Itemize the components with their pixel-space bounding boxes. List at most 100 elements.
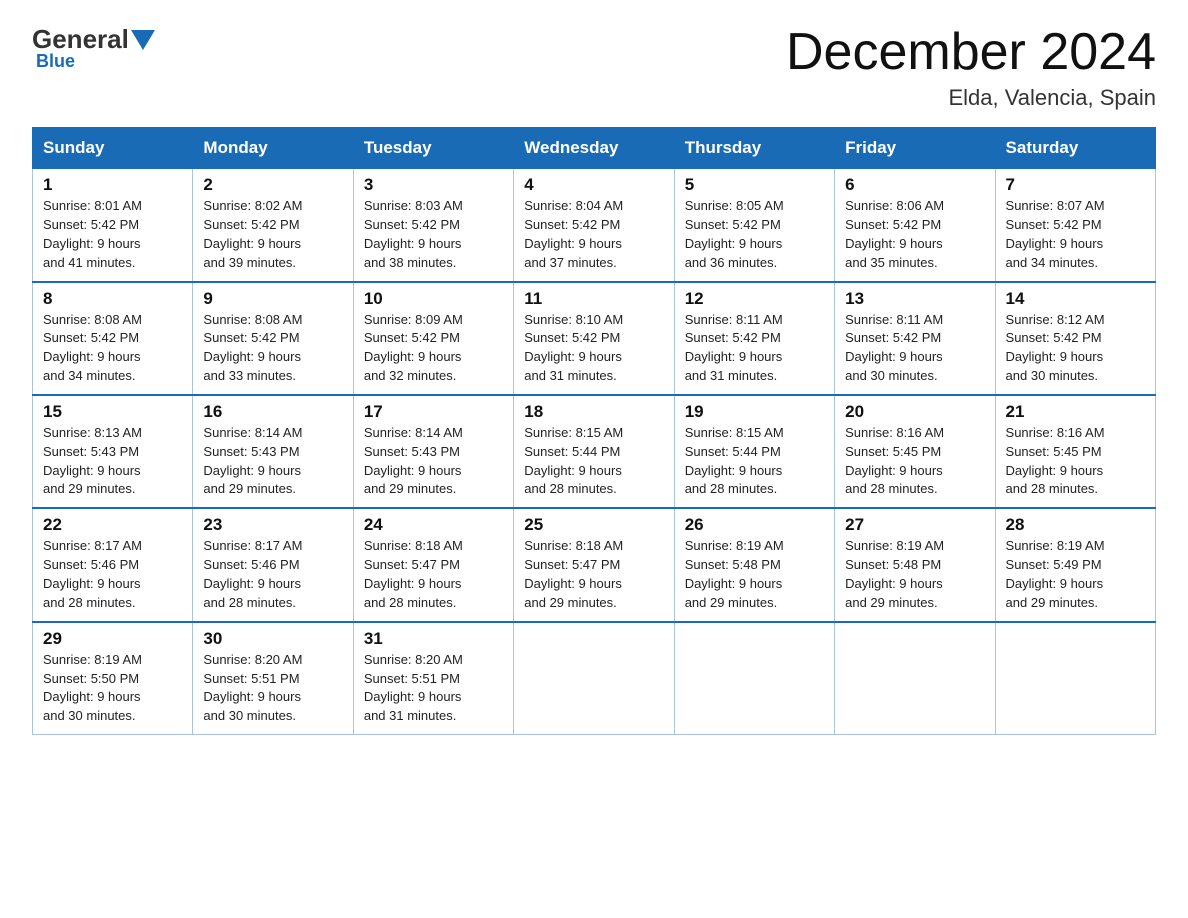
day-number: 13 xyxy=(845,289,984,309)
calendar-week-row: 29Sunrise: 8:19 AMSunset: 5:50 PMDayligh… xyxy=(33,622,1156,735)
day-number: 8 xyxy=(43,289,182,309)
day-number: 23 xyxy=(203,515,342,535)
calendar-cell xyxy=(514,622,674,735)
day-info: Sunrise: 8:19 AMSunset: 5:49 PMDaylight:… xyxy=(1006,537,1145,612)
day-number: 12 xyxy=(685,289,824,309)
day-number: 11 xyxy=(524,289,663,309)
day-number: 5 xyxy=(685,175,824,195)
calendar-cell: 11Sunrise: 8:10 AMSunset: 5:42 PMDayligh… xyxy=(514,282,674,395)
calendar-cell: 12Sunrise: 8:11 AMSunset: 5:42 PMDayligh… xyxy=(674,282,834,395)
calendar-cell: 24Sunrise: 8:18 AMSunset: 5:47 PMDayligh… xyxy=(353,508,513,621)
day-info: Sunrise: 8:19 AMSunset: 5:48 PMDaylight:… xyxy=(845,537,984,612)
day-info: Sunrise: 8:10 AMSunset: 5:42 PMDaylight:… xyxy=(524,311,663,386)
calendar-cell: 3Sunrise: 8:03 AMSunset: 5:42 PMDaylight… xyxy=(353,169,513,282)
day-info: Sunrise: 8:20 AMSunset: 5:51 PMDaylight:… xyxy=(364,651,503,726)
calendar-cell: 14Sunrise: 8:12 AMSunset: 5:42 PMDayligh… xyxy=(995,282,1155,395)
calendar-cell: 13Sunrise: 8:11 AMSunset: 5:42 PMDayligh… xyxy=(835,282,995,395)
calendar-cell xyxy=(995,622,1155,735)
day-number: 17 xyxy=(364,402,503,422)
day-number: 9 xyxy=(203,289,342,309)
calendar-cell: 8Sunrise: 8:08 AMSunset: 5:42 PMDaylight… xyxy=(33,282,193,395)
day-info: Sunrise: 8:11 AMSunset: 5:42 PMDaylight:… xyxy=(845,311,984,386)
title-block: December 2024 Elda, Valencia, Spain xyxy=(786,24,1156,111)
logo-triangle-icon xyxy=(131,30,155,50)
weekday-header-thursday: Thursday xyxy=(674,128,834,169)
weekday-header-friday: Friday xyxy=(835,128,995,169)
day-number: 18 xyxy=(524,402,663,422)
weekday-header-tuesday: Tuesday xyxy=(353,128,513,169)
calendar-cell: 7Sunrise: 8:07 AMSunset: 5:42 PMDaylight… xyxy=(995,169,1155,282)
day-number: 24 xyxy=(364,515,503,535)
calendar-cell: 31Sunrise: 8:20 AMSunset: 5:51 PMDayligh… xyxy=(353,622,513,735)
calendar-cell: 4Sunrise: 8:04 AMSunset: 5:42 PMDaylight… xyxy=(514,169,674,282)
day-info: Sunrise: 8:11 AMSunset: 5:42 PMDaylight:… xyxy=(685,311,824,386)
day-info: Sunrise: 8:19 AMSunset: 5:50 PMDaylight:… xyxy=(43,651,182,726)
calendar-cell: 5Sunrise: 8:05 AMSunset: 5:42 PMDaylight… xyxy=(674,169,834,282)
day-info: Sunrise: 8:02 AMSunset: 5:42 PMDaylight:… xyxy=(203,197,342,272)
day-info: Sunrise: 8:08 AMSunset: 5:42 PMDaylight:… xyxy=(203,311,342,386)
calendar-cell: 15Sunrise: 8:13 AMSunset: 5:43 PMDayligh… xyxy=(33,395,193,508)
day-info: Sunrise: 8:15 AMSunset: 5:44 PMDaylight:… xyxy=(524,424,663,499)
weekday-header-wednesday: Wednesday xyxy=(514,128,674,169)
day-number: 6 xyxy=(845,175,984,195)
calendar-cell: 2Sunrise: 8:02 AMSunset: 5:42 PMDaylight… xyxy=(193,169,353,282)
calendar-cell: 28Sunrise: 8:19 AMSunset: 5:49 PMDayligh… xyxy=(995,508,1155,621)
day-info: Sunrise: 8:06 AMSunset: 5:42 PMDaylight:… xyxy=(845,197,984,272)
calendar-cell: 1Sunrise: 8:01 AMSunset: 5:42 PMDaylight… xyxy=(33,169,193,282)
calendar-cell: 26Sunrise: 8:19 AMSunset: 5:48 PMDayligh… xyxy=(674,508,834,621)
calendar-week-row: 1Sunrise: 8:01 AMSunset: 5:42 PMDaylight… xyxy=(33,169,1156,282)
day-number: 20 xyxy=(845,402,984,422)
day-info: Sunrise: 8:05 AMSunset: 5:42 PMDaylight:… xyxy=(685,197,824,272)
day-info: Sunrise: 8:16 AMSunset: 5:45 PMDaylight:… xyxy=(1006,424,1145,499)
weekday-header-sunday: Sunday xyxy=(33,128,193,169)
day-number: 7 xyxy=(1006,175,1145,195)
calendar-cell: 30Sunrise: 8:20 AMSunset: 5:51 PMDayligh… xyxy=(193,622,353,735)
day-info: Sunrise: 8:09 AMSunset: 5:42 PMDaylight:… xyxy=(364,311,503,386)
calendar-body: 1Sunrise: 8:01 AMSunset: 5:42 PMDaylight… xyxy=(33,169,1156,735)
day-info: Sunrise: 8:17 AMSunset: 5:46 PMDaylight:… xyxy=(43,537,182,612)
calendar-week-row: 15Sunrise: 8:13 AMSunset: 5:43 PMDayligh… xyxy=(33,395,1156,508)
day-info: Sunrise: 8:01 AMSunset: 5:42 PMDaylight:… xyxy=(43,197,182,272)
calendar-cell: 21Sunrise: 8:16 AMSunset: 5:45 PMDayligh… xyxy=(995,395,1155,508)
day-number: 14 xyxy=(1006,289,1145,309)
day-info: Sunrise: 8:12 AMSunset: 5:42 PMDaylight:… xyxy=(1006,311,1145,386)
day-info: Sunrise: 8:14 AMSunset: 5:43 PMDaylight:… xyxy=(203,424,342,499)
day-number: 10 xyxy=(364,289,503,309)
month-title: December 2024 xyxy=(786,24,1156,81)
location-title: Elda, Valencia, Spain xyxy=(786,85,1156,111)
calendar-cell: 23Sunrise: 8:17 AMSunset: 5:46 PMDayligh… xyxy=(193,508,353,621)
calendar-cell: 29Sunrise: 8:19 AMSunset: 5:50 PMDayligh… xyxy=(33,622,193,735)
day-info: Sunrise: 8:16 AMSunset: 5:45 PMDaylight:… xyxy=(845,424,984,499)
day-number: 1 xyxy=(43,175,182,195)
calendar-cell: 25Sunrise: 8:18 AMSunset: 5:47 PMDayligh… xyxy=(514,508,674,621)
day-info: Sunrise: 8:13 AMSunset: 5:43 PMDaylight:… xyxy=(43,424,182,499)
day-info: Sunrise: 8:04 AMSunset: 5:42 PMDaylight:… xyxy=(524,197,663,272)
day-number: 27 xyxy=(845,515,984,535)
day-number: 30 xyxy=(203,629,342,649)
day-number: 28 xyxy=(1006,515,1145,535)
day-info: Sunrise: 8:14 AMSunset: 5:43 PMDaylight:… xyxy=(364,424,503,499)
day-number: 26 xyxy=(685,515,824,535)
calendar-cell: 6Sunrise: 8:06 AMSunset: 5:42 PMDaylight… xyxy=(835,169,995,282)
day-info: Sunrise: 8:17 AMSunset: 5:46 PMDaylight:… xyxy=(203,537,342,612)
calendar-header: SundayMondayTuesdayWednesdayThursdayFrid… xyxy=(33,128,1156,169)
weekday-header-row: SundayMondayTuesdayWednesdayThursdayFrid… xyxy=(33,128,1156,169)
calendar-cell: 22Sunrise: 8:17 AMSunset: 5:46 PMDayligh… xyxy=(33,508,193,621)
page-header: General Blue December 2024 Elda, Valenci… xyxy=(32,24,1156,111)
day-info: Sunrise: 8:18 AMSunset: 5:47 PMDaylight:… xyxy=(524,537,663,612)
day-info: Sunrise: 8:15 AMSunset: 5:44 PMDaylight:… xyxy=(685,424,824,499)
day-info: Sunrise: 8:03 AMSunset: 5:42 PMDaylight:… xyxy=(364,197,503,272)
calendar-cell: 9Sunrise: 8:08 AMSunset: 5:42 PMDaylight… xyxy=(193,282,353,395)
day-info: Sunrise: 8:07 AMSunset: 5:42 PMDaylight:… xyxy=(1006,197,1145,272)
calendar-week-row: 22Sunrise: 8:17 AMSunset: 5:46 PMDayligh… xyxy=(33,508,1156,621)
calendar-table: SundayMondayTuesdayWednesdayThursdayFrid… xyxy=(32,127,1156,735)
calendar-cell xyxy=(674,622,834,735)
logo-blue: Blue xyxy=(36,51,75,72)
calendar-cell: 20Sunrise: 8:16 AMSunset: 5:45 PMDayligh… xyxy=(835,395,995,508)
calendar-cell: 10Sunrise: 8:09 AMSunset: 5:42 PMDayligh… xyxy=(353,282,513,395)
calendar-cell xyxy=(835,622,995,735)
day-number: 16 xyxy=(203,402,342,422)
day-number: 22 xyxy=(43,515,182,535)
day-number: 4 xyxy=(524,175,663,195)
day-number: 21 xyxy=(1006,402,1145,422)
